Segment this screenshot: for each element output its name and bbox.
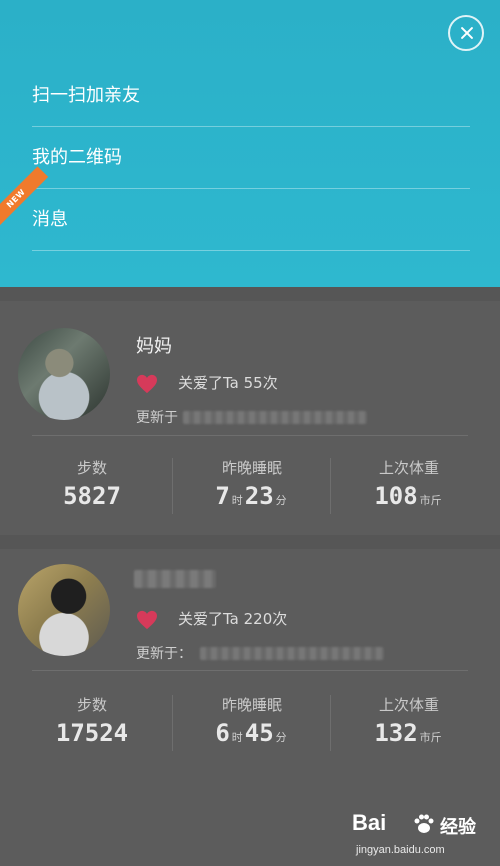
unit: 市斤 <box>419 731 442 744</box>
divider <box>172 695 173 751</box>
stat-weight: 上次体重 108 市斤 <box>334 457 484 510</box>
stat-sleep: 昨晚睡眠 6 时45 分 <box>177 694 327 747</box>
close-icon[interactable] <box>448 15 484 51</box>
heart-icon[interactable] <box>136 610 158 630</box>
updated-time-blurred <box>200 647 384 660</box>
watermark-brand-cn: 经验 <box>440 817 476 838</box>
menu-item-scan-add-family[interactable]: 扫一扫加亲友 <box>32 65 470 127</box>
family-member-card[interactable]: 关爱了Ta 220次 更新于： 步数 17524 昨晚睡眠 6 时45 分 上次体重… <box>0 548 500 788</box>
weight-value: 108 <box>374 482 418 510</box>
unit: 分 <box>275 731 287 744</box>
divider <box>172 458 173 514</box>
updated-label: 更新于： <box>136 646 192 662</box>
avatar[interactable] <box>18 328 110 420</box>
member-name: 妈妈 <box>136 336 172 357</box>
unit: 分 <box>275 494 287 507</box>
divider <box>330 458 331 514</box>
unit: 市斤 <box>419 494 442 507</box>
watermark-brand: Bai <box>352 810 387 835</box>
care-count: 关爱了Ta 220次 <box>178 610 288 628</box>
unit: 时 <box>231 731 243 744</box>
stat-label: 步数 <box>76 459 107 477</box>
heart-icon[interactable] <box>136 374 158 394</box>
weight-value: 132 <box>374 719 418 747</box>
stat-label: 昨晚睡眠 <box>221 459 282 477</box>
stat-weight: 上次体重 132 市斤 <box>334 694 484 747</box>
divider <box>32 670 468 671</box>
stat-label: 上次体重 <box>378 696 439 714</box>
divider <box>32 435 468 436</box>
stat-value: 108 市斤 <box>334 482 484 510</box>
avatar[interactable] <box>18 564 110 656</box>
sleep-hours: 6 <box>215 719 230 747</box>
stat-label: 上次体重 <box>378 459 439 477</box>
care-count: 关爱了Ta 55次 <box>178 374 278 392</box>
section-band <box>0 287 500 301</box>
menu-item-messages[interactable]: 消息 <box>32 189 470 251</box>
watermark-url: jingyan.baidu.com <box>356 844 445 856</box>
updated-time-blurred <box>183 411 367 424</box>
family-member-card[interactable]: 妈妈 关爱了Ta 55次 更新于 步数 5827 昨晚睡眠 7 时23 分 上次体重… <box>0 312 500 542</box>
stat-steps: 步数 17524 <box>17 694 167 747</box>
stat-sleep: 昨晚睡眠 7 时23 分 <box>177 457 327 510</box>
sleep-hours: 7 <box>215 482 230 510</box>
sleep-minutes: 45 <box>244 719 274 747</box>
stat-value: 5827 <box>63 482 121 510</box>
baidu-jingyan-watermark: Bai 经验 jingyan.baidu.com <box>352 810 492 862</box>
paw-icon <box>414 814 434 833</box>
stat-label: 昨晚睡眠 <box>221 696 282 714</box>
menu-item-my-qr-code[interactable]: 我的二维码 <box>32 127 470 189</box>
member-name-blurred <box>134 570 216 588</box>
updated-label: 更新于 <box>136 410 178 426</box>
divider <box>330 695 331 751</box>
stat-value: 6 时45 分 <box>177 719 327 747</box>
stat-value: 7 时23 分 <box>177 482 327 510</box>
stat-value: 17524 <box>55 719 129 747</box>
stat-label: 步数 <box>76 696 107 714</box>
stat-value: 132 市斤 <box>334 719 484 747</box>
sleep-minutes: 23 <box>244 482 274 510</box>
unit: 时 <box>231 494 243 507</box>
dropdown-menu-panel: 扫一扫加亲友 我的二维码 消息 NEW <box>0 0 500 287</box>
stat-steps: 步数 5827 <box>17 457 167 510</box>
